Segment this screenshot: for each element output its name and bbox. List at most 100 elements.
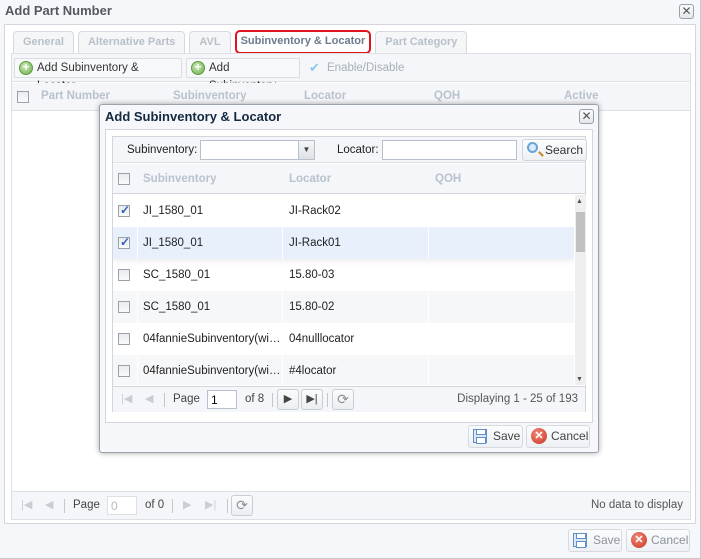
window-title: Add Part Number: [5, 3, 112, 18]
column-divider: [137, 227, 138, 259]
tab-subinventory-locator[interactable]: Subinventory & Locator: [234, 30, 372, 54]
cancel-label: Cancel: [551, 429, 589, 443]
cell-subinventory: 04fannieSubinventory(wi…: [143, 333, 281, 345]
column-divider: [137, 291, 138, 323]
column-locator[interactable]: Locator: [289, 173, 331, 185]
column-divider: [282, 355, 283, 385]
prev-page-icon[interactable]: ◀: [145, 392, 153, 405]
scroll-thumb[interactable]: [576, 212, 585, 252]
page-count: of 8: [245, 393, 265, 405]
column-subinventory[interactable]: Subinventory: [143, 173, 216, 185]
column-qoh[interactable]: QOH: [435, 173, 461, 185]
cell-locator: 15.80-02: [289, 301, 335, 313]
search-icon: [527, 142, 538, 153]
toolbar: + Add Subinventory & Locator + Add Subin…: [12, 54, 690, 92]
select-all-checkbox[interactable]: [118, 173, 130, 185]
separator: [164, 393, 165, 407]
cell-subinventory: SC_1580_01: [143, 301, 211, 313]
row-checkbox[interactable]: [118, 235, 130, 249]
table-row[interactable]: SC_1580_01 15.80-02: [113, 291, 574, 323]
locator-filter-label: Locator:: [337, 144, 379, 156]
column-qoh[interactable]: QOH: [434, 90, 460, 102]
window-footer: Save ✕ Cancel: [0, 526, 700, 558]
add-subinventory-locator-dialog: Add Subinventory & Locator ✕ Subinventor…: [99, 104, 599, 453]
page-label: Page: [173, 393, 200, 405]
dialog-title: Add Subinventory & Locator: [105, 109, 282, 124]
row-checkbox[interactable]: [118, 203, 130, 217]
column-divider: [428, 291, 429, 323]
scroll-down-icon[interactable]: ▼: [576, 376, 583, 383]
add-icon: +: [191, 61, 205, 75]
row-checkbox[interactable]: [118, 269, 130, 281]
table-row[interactable]: JI_1580_01 JI-Rack01: [113, 227, 574, 259]
column-divider: [282, 291, 283, 323]
last-page-button[interactable]: ▶|: [301, 389, 323, 410]
tab-part-category[interactable]: Part Category: [375, 31, 468, 53]
dialog-grid-rows: JI_1580_01 JI-Rack02 JI_1580_01 JI-Rack0…: [113, 195, 574, 385]
table-row[interactable]: 04fannieSubinventory(wi… #4locator: [113, 355, 574, 385]
cell-locator: 04nulllocator: [289, 333, 355, 345]
dialog-save-button[interactable]: Save: [468, 425, 523, 448]
row-checkbox[interactable]: [118, 301, 130, 313]
separator: [64, 499, 65, 513]
select-all-checkbox[interactable]: [17, 91, 29, 103]
first-page-icon[interactable]: |◀: [121, 392, 132, 405]
add-subinventory-locator-button[interactable]: + Add Subinventory & Locator: [14, 58, 182, 92]
next-page-button[interactable]: ▶: [277, 389, 299, 410]
locator-input[interactable]: [382, 140, 517, 160]
dialog-close-icon[interactable]: ✕: [579, 109, 594, 124]
page-input[interactable]: [207, 390, 237, 409]
refresh-button[interactable]: ⟳: [332, 389, 354, 410]
tab-alternative-parts[interactable]: Alternative Parts: [77, 31, 186, 53]
separator: [172, 499, 173, 513]
first-page-icon[interactable]: |◀: [21, 498, 32, 511]
search-button[interactable]: Search: [522, 139, 587, 161]
scroll-up-icon[interactable]: ▲: [576, 198, 583, 205]
save-label: Save: [493, 429, 521, 443]
column-active[interactable]: Active: [564, 90, 599, 102]
save-button[interactable]: Save: [568, 529, 622, 552]
cell-locator: JI-Rack01: [289, 237, 341, 249]
tab-general[interactable]: General: [13, 31, 74, 53]
grid-pager: |◀ ◀ Page of 0 ▶ ▶| ⟳ No data to display: [12, 491, 690, 519]
page-count: of 0: [145, 499, 165, 511]
chevron-down-icon[interactable]: ▼: [298, 141, 314, 159]
dialog-grid-header: Subinventory Locator QOH: [113, 164, 585, 194]
tab-avl[interactable]: AVL: [189, 31, 231, 53]
check-icon: ✔: [309, 60, 320, 75]
refresh-button[interactable]: ⟳: [231, 495, 253, 516]
table-row[interactable]: SC_1580_01 15.80-03: [113, 259, 574, 291]
enable-disable-label: Enable/Disable: [327, 62, 405, 74]
cancel-icon: ✕: [631, 532, 647, 548]
row-checkbox[interactable]: [118, 365, 130, 377]
last-page-icon[interactable]: ▶|: [205, 498, 216, 511]
column-subinventory[interactable]: Subinventory: [173, 90, 246, 102]
row-checkbox[interactable]: [118, 333, 130, 345]
table-row[interactable]: 04fannieSubinventory(wi… 04nulllocator: [113, 323, 574, 355]
add-icon: +: [19, 61, 33, 75]
next-page-icon[interactable]: ▶: [183, 498, 191, 511]
close-icon[interactable]: ✕: [679, 4, 694, 19]
subinventory-filter-label: Subinventory:: [127, 144, 198, 156]
column-locator[interactable]: Locator: [304, 90, 346, 102]
save-label: Save: [593, 533, 621, 547]
table-row[interactable]: JI_1580_01 JI-Rack02: [113, 195, 574, 227]
page-input[interactable]: [107, 496, 137, 515]
subinventory-combo[interactable]: ▼: [200, 140, 315, 160]
refresh-icon: ⟳: [236, 497, 248, 513]
prev-page-icon[interactable]: ◀: [45, 498, 53, 511]
dialog-cancel-button[interactable]: ✕ Cancel: [526, 425, 590, 448]
cancel-label: Cancel: [651, 533, 689, 547]
column-part-number[interactable]: Part Number: [41, 90, 110, 102]
add-subinventory-button[interactable]: + Add Subinventory: [186, 58, 300, 92]
cell-locator: #4locator: [289, 365, 337, 377]
pager-status: Displaying 1 - 25 of 193: [457, 393, 578, 405]
save-icon: [573, 533, 587, 548]
vertical-scrollbar[interactable]: ▲ ▼: [575, 195, 586, 385]
cell-locator: 15.80-03: [289, 269, 335, 281]
pager-status: No data to display: [590, 499, 683, 511]
cancel-button[interactable]: ✕ Cancel: [626, 529, 690, 552]
cell-subinventory: JI_1580_01: [143, 237, 204, 249]
enable-disable-button[interactable]: ✔ Enable/Disable: [304, 58, 404, 78]
dialog-footer: Save ✕ Cancel: [105, 423, 593, 451]
